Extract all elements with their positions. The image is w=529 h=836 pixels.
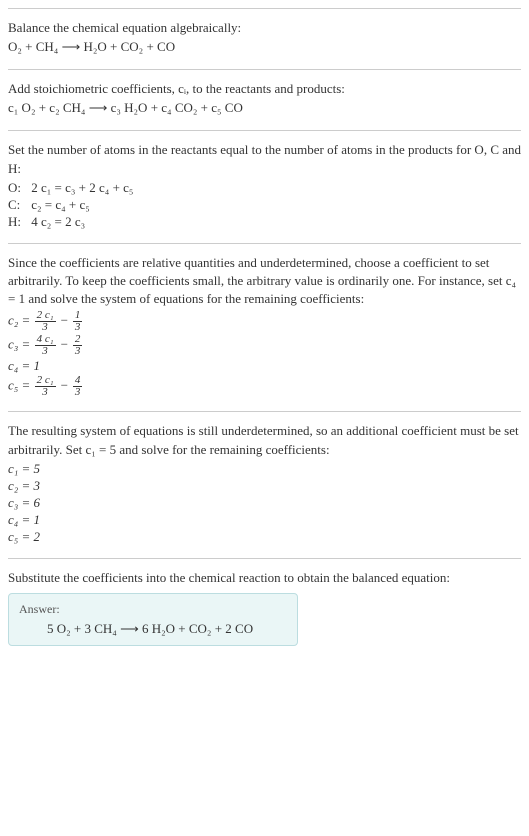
atom-label: O: <box>8 180 28 196</box>
answer-label: Answer: <box>19 602 287 617</box>
parametric-text: Since the coefficients are relative quan… <box>8 254 521 309</box>
minus: − <box>60 313 72 328</box>
fraction-denominator: 3 <box>73 322 83 333</box>
section-parametric: Since the coefficients are relative quan… <box>8 243 521 412</box>
answer-intro-text: Substitute the coefficients into the che… <box>8 569 521 587</box>
minus: − <box>60 378 72 393</box>
balanced-equation: 5 O₂ + 3 CH₄ ⟶ 6 H₂O + CO₂ + 2 CO <box>19 621 287 637</box>
coef-c3: c₃ = 4 c₁ 3 − 2 3 <box>8 334 521 357</box>
problem-title: Balance the chemical equation algebraica… <box>8 19 521 37</box>
solved-c2: c₂ = 3 <box>8 478 521 494</box>
section-solve: The resulting system of equations is sti… <box>8 411 521 557</box>
solved-c1: c₁ = 5 <box>8 461 521 477</box>
atom-label: H: <box>8 214 28 230</box>
atom-equation: 2 c₁ = c₃ + 2 c₄ + c₅ <box>31 180 133 195</box>
section-atom-balance: Set the number of atoms in the reactants… <box>8 130 521 242</box>
atom-row-C: C: c₂ = c₄ + c₅ <box>8 197 521 213</box>
fraction: 4 c₁ 3 <box>35 334 56 357</box>
fraction: 2 3 <box>73 334 83 357</box>
coef-c5: c₅ = 2 c₁ 3 − 4 3 <box>8 375 521 398</box>
atom-balance-text: Set the number of atoms in the reactants… <box>8 141 521 177</box>
section-problem: Balance the chemical equation algebraica… <box>8 8 521 69</box>
coef-c4: c₄ = 1 <box>8 358 521 374</box>
add-coeff-text: Add stoichiometric coefficients, cᵢ, to … <box>8 80 521 98</box>
unbalanced-equation: O₂ + CH₄ ⟶ H₂O + CO₂ + CO <box>8 39 521 55</box>
solved-c3: c₃ = 6 <box>8 495 521 511</box>
fraction-denominator: 3 <box>73 346 83 357</box>
atom-label: C: <box>8 197 28 213</box>
solve-text: The resulting system of equations is sti… <box>8 422 521 458</box>
fraction: 4 3 <box>73 375 83 398</box>
fraction-denominator: 3 <box>35 322 56 333</box>
fraction-denominator: 3 <box>35 346 56 357</box>
minus: − <box>60 337 72 352</box>
section-answer: Substitute the coefficients into the che… <box>8 558 521 658</box>
solved-c5: c₅ = 2 <box>8 529 521 545</box>
coef-lhs: c₃ = <box>8 337 30 352</box>
fraction: 2 c₁ 3 <box>35 310 56 333</box>
answer-box: Answer: 5 O₂ + 3 CH₄ ⟶ 6 H₂O + CO₂ + 2 C… <box>8 593 298 646</box>
solved-c4: c₄ = 1 <box>8 512 521 528</box>
coef-c2: c₂ = 2 c₁ 3 − 1 3 <box>8 310 521 333</box>
fraction-denominator: 3 <box>73 387 83 398</box>
section-add-coefficients: Add stoichiometric coefficients, cᵢ, to … <box>8 69 521 130</box>
atom-row-O: O: 2 c₁ = c₃ + 2 c₄ + c₅ <box>8 180 521 196</box>
coeff-equation: c₁ O₂ + c₂ CH₄ ⟶ c₃ H₂O + c₄ CO₂ + c₅ CO <box>8 100 521 116</box>
coef-lhs: c₂ = <box>8 313 30 328</box>
atom-equation: 4 c₂ = 2 c₃ <box>31 214 85 229</box>
atom-row-H: H: 4 c₂ = 2 c₃ <box>8 214 521 230</box>
fraction: 1 3 <box>73 310 83 333</box>
coef-lhs: c₅ = <box>8 378 30 393</box>
fraction-denominator: 3 <box>35 387 56 398</box>
atom-equation: c₂ = c₄ + c₅ <box>31 197 90 212</box>
fraction: 2 c₁ 3 <box>35 375 56 398</box>
